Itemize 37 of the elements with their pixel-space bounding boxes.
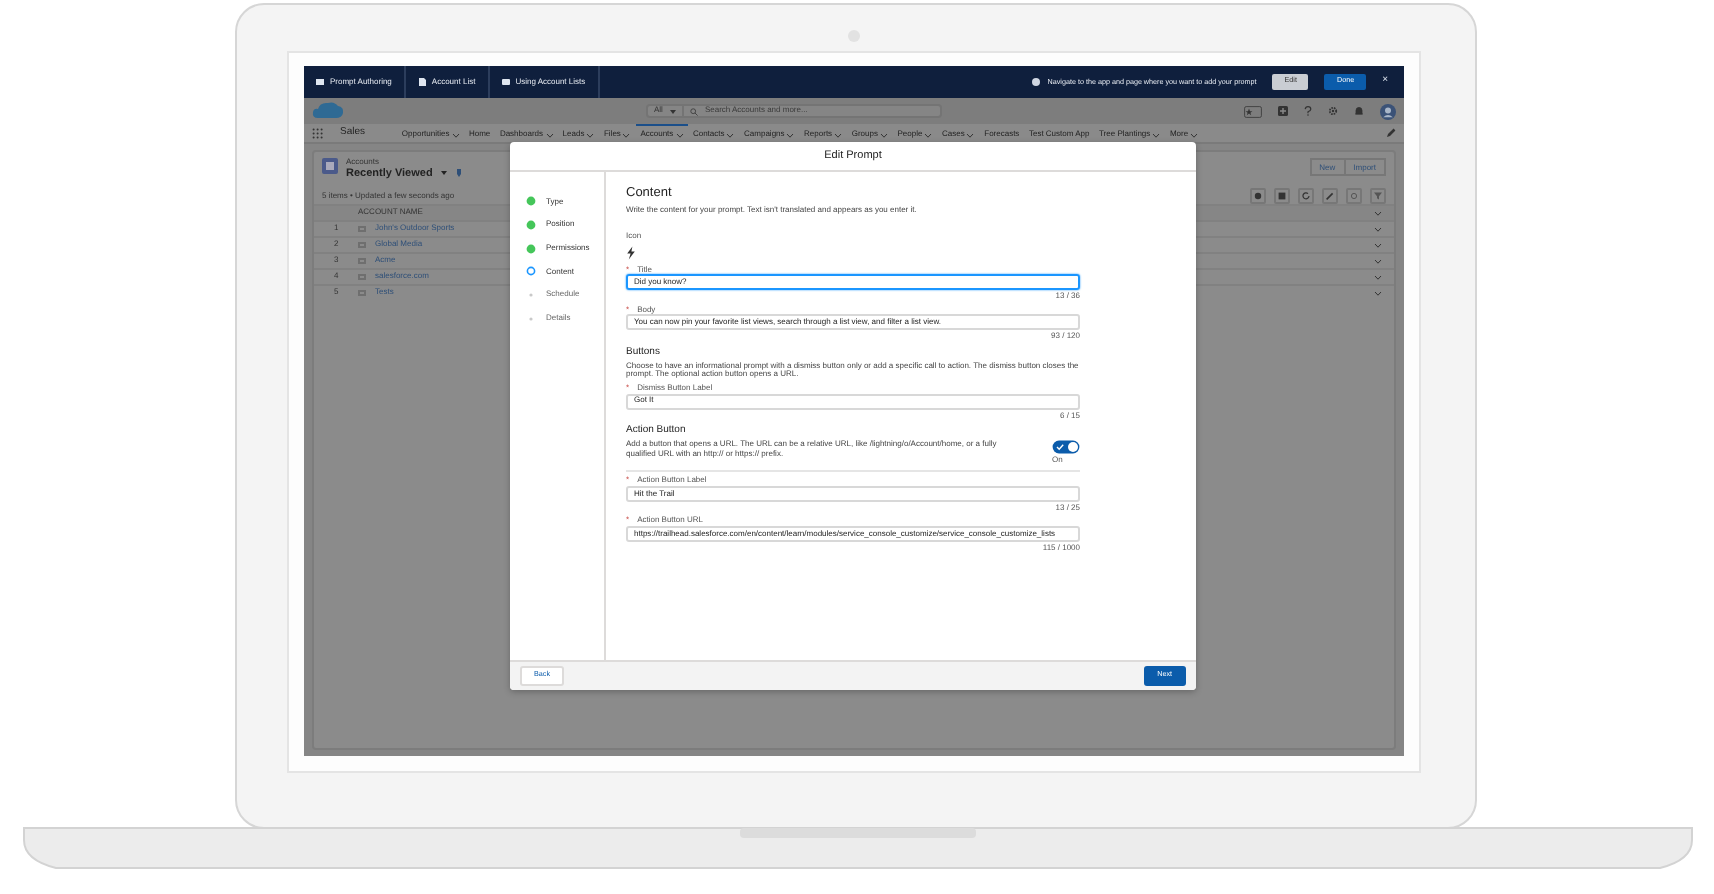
- lightning-icon[interactable]: [626, 245, 636, 260]
- cloud-logo: [312, 100, 344, 122]
- chevron-icon[interactable]: [1374, 242, 1382, 248]
- chevron-icon[interactable]: [451, 131, 460, 137]
- avatar-icon[interactable]: [1380, 103, 1396, 119]
- tab-icon: [501, 78, 510, 86]
- chevron-icon[interactable]: [966, 131, 975, 137]
- info-icon: [1031, 78, 1040, 86]
- toggle-switch[interactable]: [1052, 440, 1080, 455]
- chevron-icon[interactable]: [545, 131, 554, 137]
- accounts-icon: [322, 158, 338, 174]
- chevron-icon[interactable]: [786, 131, 795, 137]
- chevron-icon[interactable]: [1374, 226, 1382, 232]
- edit-icon[interactable]: [1386, 128, 1396, 138]
- chevron-icon[interactable]: [1374, 258, 1382, 264]
- chevron-icon[interactable]: [622, 131, 631, 137]
- favorites-icon[interactable]: [1244, 105, 1262, 117]
- chevron-icon[interactable]: [1152, 131, 1161, 137]
- chevron-icon[interactable]: [924, 131, 933, 137]
- chevron-icon[interactable]: [834, 131, 843, 137]
- chevron-icon[interactable]: [726, 131, 735, 137]
- chevron-icon[interactable]: [1374, 274, 1382, 280]
- add-icon[interactable]: [1278, 106, 1288, 116]
- chevron-icon[interactable]: [1190, 131, 1199, 137]
- help-icon[interactable]: [1304, 106, 1312, 116]
- search-icon: [690, 107, 699, 115]
- bell-icon[interactable]: [1354, 106, 1364, 116]
- caret-icon[interactable]: [670, 109, 677, 113]
- chevron-icon[interactable]: [879, 131, 888, 137]
- dropdown-icon[interactable]: [440, 170, 449, 177]
- chevron-icon[interactable]: [675, 131, 684, 137]
- tab-icon: [316, 78, 324, 86]
- pin-icon[interactable]: [456, 168, 463, 179]
- chevron-icon[interactable]: [1374, 210, 1382, 216]
- tab-icon: [417, 78, 426, 86]
- chevron-icon[interactable]: [1374, 290, 1382, 296]
- chevron-icon[interactable]: [586, 131, 595, 137]
